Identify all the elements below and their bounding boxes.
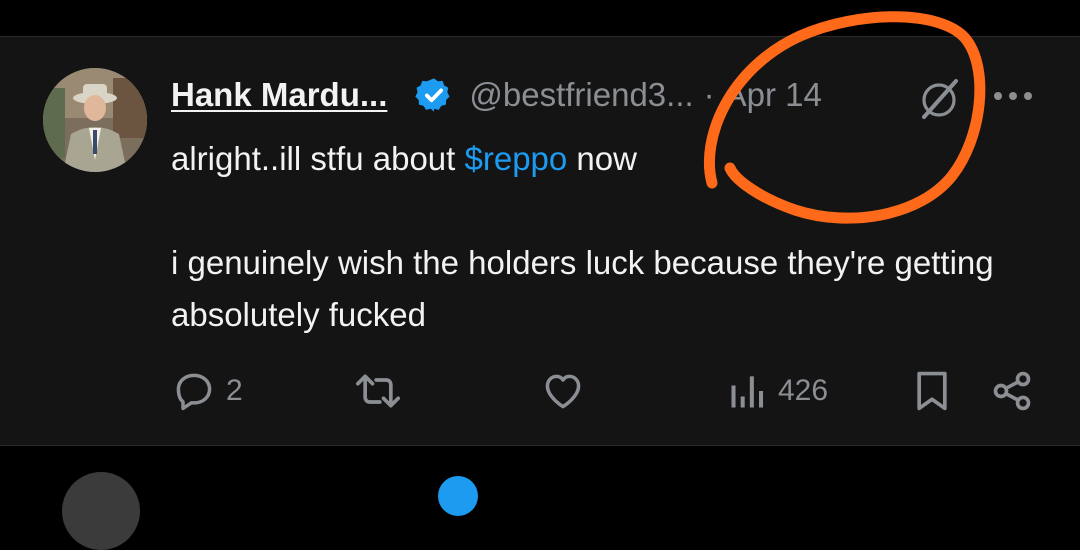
separator-dot: ·: [703, 76, 715, 113]
cashtag-link[interactable]: $reppo: [465, 140, 568, 177]
bookmark-icon: [917, 371, 947, 411]
tweet-body-line1: alright..ill stfu about $reppo now: [171, 133, 1041, 185]
author-name[interactable]: Hank Mardu...: [171, 76, 387, 114]
body-text-suffix: now: [567, 140, 637, 177]
bookmark-button[interactable]: [912, 363, 952, 419]
share-icon: [993, 371, 1031, 411]
retweet-button[interactable]: [354, 363, 402, 419]
verified-badge-icon: [415, 78, 450, 112]
tweet-card[interactable]: Hank Mardu... @bestfriend3... · Apr 14 a…: [0, 36, 1080, 446]
views-bar-chart-icon: [731, 376, 764, 408]
tweet-date[interactable]: Apr 14: [725, 76, 822, 114]
reply-icon: [176, 373, 212, 411]
tweet-body: alright..ill stfu about $reppo now i gen…: [171, 133, 1041, 341]
views-button[interactable]: 426: [728, 363, 828, 419]
more-dots-icon[interactable]: [993, 89, 1033, 103]
author-handle[interactable]: @bestfriend3...: [469, 76, 693, 114]
action-bar: 2 426: [0, 363, 1080, 419]
author-avatar[interactable]: [43, 68, 147, 172]
retweet-icon: [356, 374, 400, 408]
avatar-photo: [43, 68, 147, 172]
next-tweet-verified-icon: [438, 476, 478, 516]
reply-count: 2: [226, 374, 243, 407]
body-text-prefix: alright..ill stfu about: [171, 140, 465, 177]
share-button[interactable]: [990, 363, 1034, 419]
tweet-body-line2: i genuinely wish the holders luck becaus…: [171, 244, 994, 333]
views-count: 426: [778, 374, 829, 407]
tweet-header: Hank Mardu... @bestfriend3... · Apr 14: [171, 71, 822, 119]
like-heart-icon: [545, 374, 581, 409]
grok-icon[interactable]: [916, 77, 962, 123]
reply-button[interactable]: 2: [172, 363, 243, 419]
like-button[interactable]: [541, 363, 585, 419]
next-tweet-avatar[interactable]: [62, 472, 140, 550]
